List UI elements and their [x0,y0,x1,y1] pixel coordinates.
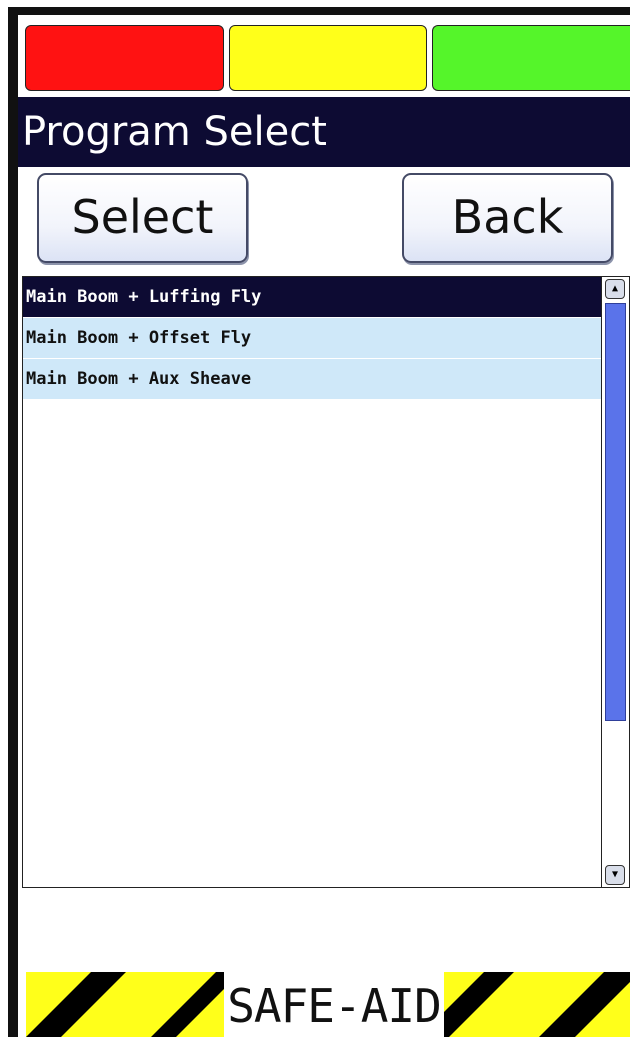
brand-label: SAFE-AID [224,972,444,1037]
status-lamp-red [25,25,224,91]
program-list: Main Boom + Luffing Fly Main Boom + Offs… [22,276,630,888]
program-list-items: Main Boom + Luffing Fly Main Boom + Offs… [23,277,601,400]
screen: Program Select Select Back Main Boom + L… [18,15,630,1037]
hazard-stripe-right [444,972,630,1037]
back-button[interactable]: Back [402,173,613,263]
scroll-up-button[interactable]: ▲ [605,279,625,299]
page-title: Program Select [18,97,630,167]
select-button[interactable]: Select [37,173,248,263]
scrollbar[interactable]: ▲ ▼ [601,277,629,887]
list-item[interactable]: Main Boom + Aux Sheave [23,359,601,400]
status-bar [18,15,630,94]
status-lamp-yellow [229,25,427,91]
scroll-thumb[interactable] [605,303,626,721]
hazard-stripe-left [26,972,224,1037]
brand-footer: SAFE-AID [26,972,630,1037]
scroll-down-button[interactable]: ▼ [605,865,625,885]
triangle-up-icon: ▲ [611,283,619,294]
list-item[interactable]: Main Boom + Luffing Fly [23,277,601,318]
triangle-down-icon: ▼ [611,869,619,880]
status-lamp-green [432,25,630,91]
list-item[interactable]: Main Boom + Offset Fly [23,318,601,359]
